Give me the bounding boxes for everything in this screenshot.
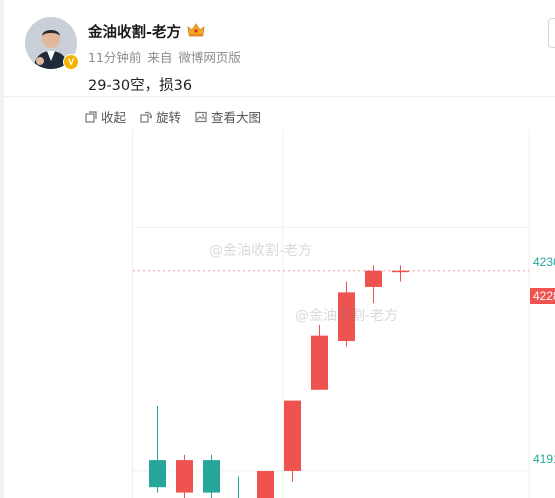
rotate-label: 旋转 <box>156 110 182 125</box>
current-price-tag: 4228 <box>530 288 555 304</box>
candle-3 <box>203 454 220 498</box>
user-name[interactable]: 金油收割-老方 <box>88 21 181 42</box>
candle-9 <box>365 265 382 304</box>
image-icon <box>195 111 207 122</box>
candle-1 <box>149 406 166 493</box>
user-name-row: 金油收割-老方 <box>88 21 205 42</box>
divider <box>4 96 555 97</box>
post-text: 29-30空，损36 <box>88 78 193 94</box>
follow-button[interactable] <box>548 18 555 48</box>
view-large-button[interactable]: 查看大图 <box>195 107 261 126</box>
candle-2 <box>176 454 193 498</box>
collapse-icon <box>85 110 97 123</box>
view-large-label: 查看大图 <box>211 110 262 125</box>
watermark: @金油收割-老方 <box>209 243 313 259</box>
collapse-label: 收起 <box>101 110 127 125</box>
price-axis-label-high: 4236 <box>533 255 555 269</box>
candle-5 <box>257 470 274 498</box>
candle-body <box>284 400 301 471</box>
collapse-button[interactable]: 收起 <box>85 107 126 126</box>
candle-4 <box>238 476 239 498</box>
candle-body <box>176 460 193 493</box>
candle-body <box>257 470 274 498</box>
post-source[interactable]: 微博网页版 <box>178 50 241 65</box>
source-prefix: 来自 <box>147 50 173 65</box>
rotate-button[interactable]: 旋转 <box>140 107 181 126</box>
chart-image[interactable]: @金油收割-老方 @金油收割-老方 4236 4228 4191 <box>132 130 555 498</box>
watermark: @金油收割-老方 <box>295 308 399 324</box>
image-toolbar: 收起 旋转 查看大图 <box>85 107 261 126</box>
candle-10 <box>392 265 409 282</box>
candle-body <box>392 270 409 273</box>
candle-6 <box>284 400 301 482</box>
candle-7 <box>311 324 328 390</box>
rotate-icon <box>140 111 153 123</box>
price-axis-label-low: 4191 <box>533 452 555 466</box>
post-meta: 11分钟前 来自 微博网页版 <box>88 47 247 66</box>
crown-icon <box>187 22 205 42</box>
candle-body <box>311 335 328 390</box>
weibo-post-card: V 金油收割-老方 11分钟前 来自 微博网页版 29-30空，损36 收起 旋… <box>4 0 555 498</box>
candle-body <box>365 270 382 287</box>
post-time[interactable]: 11分钟前 <box>88 50 141 65</box>
candle-body <box>149 460 166 488</box>
candle-body <box>203 460 220 493</box>
verified-badge: V <box>63 54 79 70</box>
